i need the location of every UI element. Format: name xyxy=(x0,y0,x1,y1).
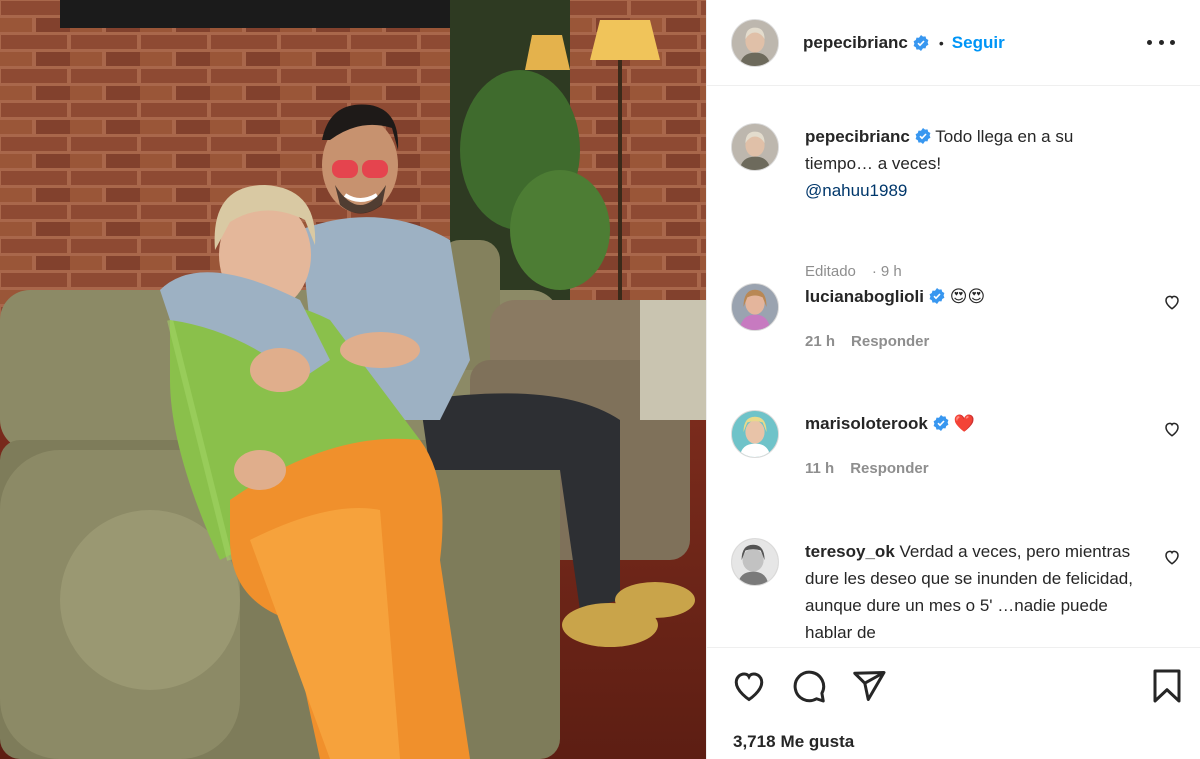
comment-time: 21 h xyxy=(805,333,836,350)
comment-item: lucianaboglioli 😍😍 21 h Responder xyxy=(731,283,1181,363)
comment-text: ❤️ xyxy=(953,414,975,433)
heart-icon[interactable] xyxy=(731,668,767,704)
avatar-image xyxy=(732,411,778,457)
verified-badge-icon xyxy=(913,34,929,51)
more-options-icon[interactable] xyxy=(1147,30,1175,54)
caption-mention[interactable]: @nahuu1989 xyxy=(805,181,907,200)
heart-icon[interactable] xyxy=(1163,420,1181,438)
comment-text: 😍😍 xyxy=(949,287,986,306)
header-separator: • xyxy=(938,34,944,51)
comments-section[interactable]: pepecibrianc Todo llega en a su tiempo… … xyxy=(707,87,1200,647)
reply-button[interactable]: Responder xyxy=(851,333,929,350)
comment-icon[interactable] xyxy=(791,668,827,704)
comment-username[interactable]: teresoy_ok xyxy=(805,542,895,561)
heart-icon[interactable] xyxy=(1163,548,1181,566)
verified-badge-icon xyxy=(915,125,931,144)
meta-separator: · xyxy=(871,263,877,280)
share-icon[interactable] xyxy=(851,668,887,704)
post-header: pepecibrianc • Seguir xyxy=(707,0,1200,86)
commenter-avatar[interactable] xyxy=(731,538,779,586)
caption-text: pepecibrianc Todo llega en a su tiempo… … xyxy=(805,123,1145,204)
verified-badge-icon xyxy=(929,285,945,304)
comment-meta: 11 h Responder xyxy=(805,460,945,477)
likes-label: Me gusta xyxy=(780,732,855,751)
caption-time: 9 h xyxy=(880,263,902,280)
caption-username[interactable]: pepecibrianc xyxy=(805,127,910,146)
post-photo-illustration xyxy=(0,0,706,759)
instagram-post: pepecibrianc • Seguir pepecibrianc Todo … xyxy=(0,0,1200,759)
avatar-image xyxy=(732,539,778,585)
caption-meta: Editado · 9 h xyxy=(805,263,918,280)
caption-author-avatar[interactable] xyxy=(731,123,779,171)
likes-number: 3,718 xyxy=(733,732,776,751)
comment-username[interactable]: lucianaboglioli xyxy=(805,287,924,306)
comment-meta: 21 h Responder xyxy=(805,333,945,350)
edited-label: Editado xyxy=(805,263,856,280)
comment-body: marisoloterook ❤️ xyxy=(805,410,1145,437)
author-username[interactable]: pepecibrianc xyxy=(803,33,908,53)
comment-username[interactable]: marisoloterook xyxy=(805,414,928,433)
caption: pepecibrianc Todo llega en a su tiempo… … xyxy=(731,123,1181,280)
comment-item: marisoloterook ❤️ 11 h Responder xyxy=(731,410,1181,490)
author-avatar[interactable] xyxy=(731,18,779,67)
avatar-image xyxy=(732,284,778,330)
post-photo[interactable] xyxy=(0,0,706,759)
avatar-image xyxy=(732,124,778,170)
likes-count[interactable]: 3,718 Me gusta xyxy=(733,732,854,752)
avatar-image xyxy=(732,19,778,66)
bookmark-icon[interactable] xyxy=(1149,668,1185,704)
comment-time: 11 h xyxy=(805,460,835,477)
comment-body: teresoy_ok Verdad a veces, pero mientras… xyxy=(805,538,1145,646)
verified-badge-icon xyxy=(933,412,949,431)
follow-button[interactable]: Seguir xyxy=(952,33,1005,53)
commenter-avatar[interactable] xyxy=(731,283,779,331)
heart-icon[interactable] xyxy=(1163,293,1181,311)
commenter-avatar[interactable] xyxy=(731,410,779,458)
reply-button[interactable]: Responder xyxy=(850,460,928,477)
comment-item: teresoy_ok Verdad a veces, pero mientras… xyxy=(731,538,1181,647)
comment-body: lucianaboglioli 😍😍 xyxy=(805,283,1145,310)
post-panel: pepecibrianc • Seguir pepecibrianc Todo … xyxy=(706,0,1200,759)
post-actions: 3,718 Me gusta xyxy=(707,647,1200,759)
